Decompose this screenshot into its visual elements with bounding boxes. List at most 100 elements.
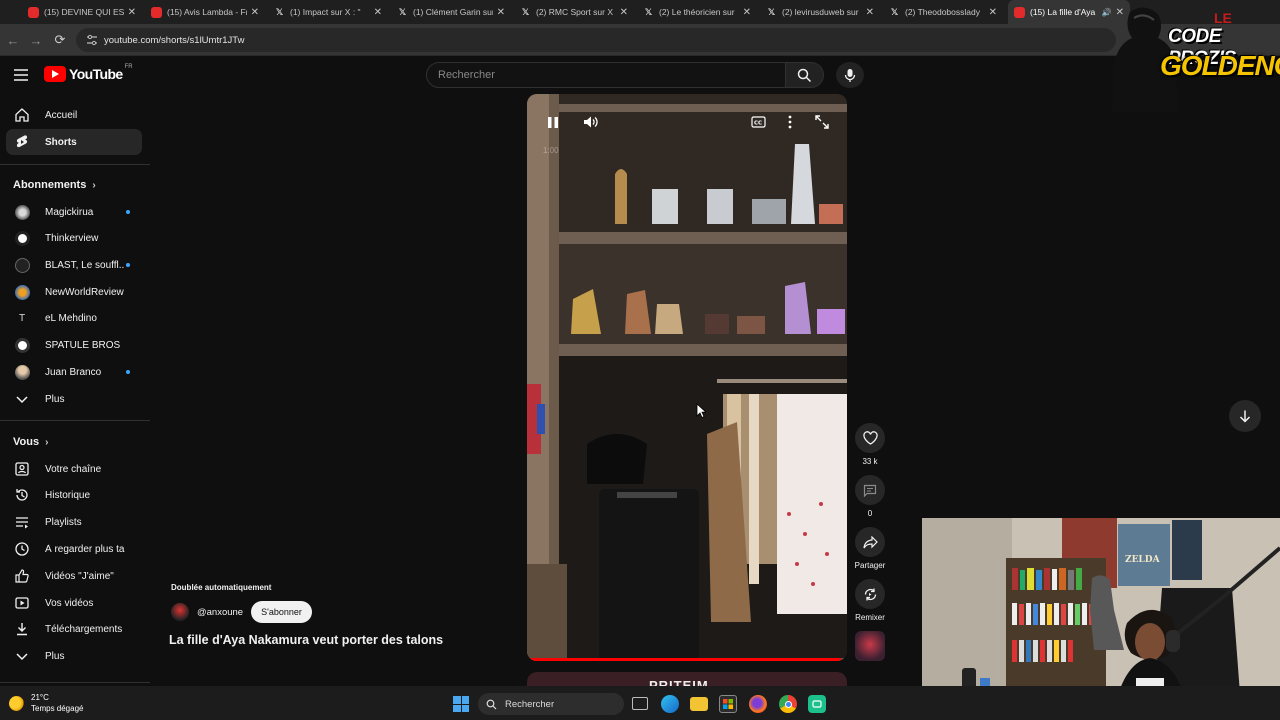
sidebar-item-playlists[interactable]: Playlists — [6, 509, 142, 535]
sidebar-item-label: Plus — [45, 393, 65, 405]
next-short-button[interactable] — [1229, 400, 1261, 432]
site-info-icon[interactable] — [86, 34, 98, 46]
x-icon: 𝕏 — [275, 6, 284, 17]
edge-icon[interactable] — [661, 695, 679, 713]
chrome-icon[interactable] — [779, 695, 797, 713]
more-options-icon[interactable] — [782, 114, 798, 130]
sidebar-item-liked-videos[interactable]: Vidéos "J'aime" — [6, 563, 142, 589]
watch-later-icon — [15, 542, 29, 556]
tab-title: (1) Impact sur X : " — [290, 7, 361, 17]
close-icon[interactable]: ✕ — [128, 7, 136, 18]
taskbar-search[interactable]: Rechercher — [478, 693, 624, 715]
sidebar-item-more-subscriptions[interactable]: Plus — [6, 386, 142, 412]
forward-icon[interactable]: → — [28, 32, 44, 48]
sound-button[interactable] — [853, 631, 887, 665]
logo-line-2: GOLDENG — [1160, 50, 1280, 81]
weather-widget[interactable]: 21°C Temps dégagé — [9, 692, 83, 714]
video-progress-bar[interactable] — [527, 658, 847, 661]
share-label: Partager — [854, 561, 886, 570]
chevron-down-icon — [16, 396, 28, 404]
menu-icon[interactable] — [12, 66, 30, 84]
close-icon[interactable]: ✕ — [620, 7, 628, 18]
tab-title: (1) Clément Garin sur — [413, 7, 493, 17]
close-icon[interactable]: ✕ — [743, 7, 751, 18]
sidebar-item-shorts[interactable]: Shorts — [6, 129, 142, 155]
sidebar-item-spatule-bros[interactable]: SPATULE BROS — [6, 332, 142, 358]
sidebar-item-label: SPATULE BROS — [45, 339, 121, 351]
browser-tab[interactable]: 𝕏 (2) Le théoricien sur ✕ — [637, 0, 757, 24]
sidebar-item-watch-later[interactable]: À regarder plus tard — [6, 536, 142, 562]
sidebar-item-magickirua[interactable]: Magickirua — [6, 199, 142, 225]
sidebar-item-thinkerview[interactable]: Thinkerview — [6, 225, 142, 251]
channel-row: @anxoune S'abonner — [171, 600, 312, 624]
sidebar-item-home[interactable]: Accueil — [6, 102, 142, 128]
chevron-down-icon — [16, 653, 28, 661]
reload-icon[interactable]: ⟳ — [52, 32, 68, 48]
avatar — [14, 284, 30, 300]
new-content-dot — [126, 210, 130, 214]
subscribe-button[interactable]: S'abonner — [251, 601, 312, 623]
sidebar-item-downloads[interactable]: Téléchargements — [6, 616, 142, 642]
browser-tab[interactable]: (15) Avis Lambda - Fr ✕ — [145, 0, 265, 24]
browser-tab[interactable]: 𝕏 (2) RMC Sport sur X : ✕ — [514, 0, 634, 24]
sidebar-item-newworldreview[interactable]: NewWorldReview — [6, 279, 142, 305]
task-view-icon[interactable] — [632, 697, 648, 710]
x-icon: 𝕏 — [521, 6, 530, 17]
firefox-icon[interactable] — [749, 695, 767, 713]
close-icon[interactable]: ✕ — [866, 7, 874, 18]
captions-icon[interactable]: CC — [750, 114, 766, 130]
browser-tab[interactable]: 𝕏 (2) Theodobosslady ✕ — [883, 0, 1003, 24]
comments-button[interactable]: 0 — [853, 475, 887, 518]
home-icon — [15, 108, 29, 122]
youtube-logo[interactable]: YouTube FR — [44, 64, 133, 82]
avatar — [14, 337, 30, 353]
sidebar-item-el-mehdino[interactable]: T eL Mehdino — [6, 305, 142, 331]
browser-tab[interactable]: 𝕏 (2) levirusduweb sur ✕ — [760, 0, 880, 24]
voice-search-button[interactable] — [836, 62, 864, 88]
search-button[interactable] — [786, 62, 824, 88]
sidebar-item-label: Accueil — [45, 109, 78, 121]
close-icon[interactable]: ✕ — [374, 7, 382, 18]
file-explorer-icon[interactable] — [690, 697, 708, 711]
sidebar-item-blast[interactable]: BLAST, Le souffl... — [6, 252, 142, 278]
sidebar-item-history[interactable]: Historique — [6, 482, 142, 508]
chevron-right-icon: › — [45, 436, 49, 448]
sidebar-item-your-videos[interactable]: Vos vidéos — [6, 590, 142, 616]
channel-handle[interactable]: @anxoune — [197, 607, 243, 618]
browser-tab[interactable]: 𝕏 (1) Impact sur X : " ✕ — [268, 0, 388, 24]
remix-button[interactable]: Remixer — [853, 579, 887, 622]
like-button[interactable]: 33 k — [853, 423, 887, 466]
sidebar-item-label: À regarder plus tard — [45, 543, 125, 555]
svg-text:CC: CC — [754, 121, 762, 127]
sidebar-item-label: Juan Branco — [45, 366, 102, 378]
subscriptions-heading[interactable]: Abonnements › — [13, 179, 96, 191]
windows-start-icon[interactable] — [453, 696, 469, 712]
sidebar-item-label: eL Mehdino — [45, 312, 97, 324]
you-heading[interactable]: Vous › — [13, 436, 48, 448]
sidebar-item-label: Playlists — [45, 516, 82, 528]
store-icon[interactable] — [719, 695, 737, 713]
shorts-video-player[interactable]: CC 1:00 — [527, 94, 847, 661]
avatar — [14, 364, 30, 380]
sidebar-item-juan-branco[interactable]: Juan Branco — [6, 359, 142, 385]
weather-sun-icon — [9, 695, 24, 711]
back-icon[interactable]: ← — [5, 32, 21, 48]
close-icon[interactable]: ✕ — [251, 7, 259, 18]
sidebar-item-more-you[interactable]: Plus — [6, 643, 142, 669]
close-icon[interactable]: ✕ — [497, 7, 505, 18]
search-input[interactable]: Rechercher — [426, 62, 786, 88]
browser-tab[interactable]: (15) DEVINE QUI EST ✕ — [22, 0, 142, 24]
sidebar-item-your-channel[interactable]: Votre chaîne — [6, 456, 142, 482]
share-button[interactable]: Partager — [853, 527, 887, 570]
channel-avatar[interactable] — [171, 603, 189, 621]
comment-count: 0 — [867, 509, 873, 518]
close-icon[interactable]: ✕ — [989, 7, 997, 18]
pause-icon[interactable] — [545, 114, 561, 130]
region-code: FR — [124, 64, 133, 70]
browser-tab[interactable]: 𝕏 (1) Clément Garin sur ✕ — [391, 0, 511, 24]
volume-icon[interactable] — [583, 114, 599, 130]
app-icon[interactable] — [808, 695, 826, 713]
url-field[interactable]: youtube.com/shorts/s1lUmtr1JTw — [76, 28, 1116, 52]
short-title[interactable]: La fille d'Aya Nakamura veut porter des … — [169, 633, 443, 647]
fullscreen-icon[interactable] — [814, 114, 830, 130]
